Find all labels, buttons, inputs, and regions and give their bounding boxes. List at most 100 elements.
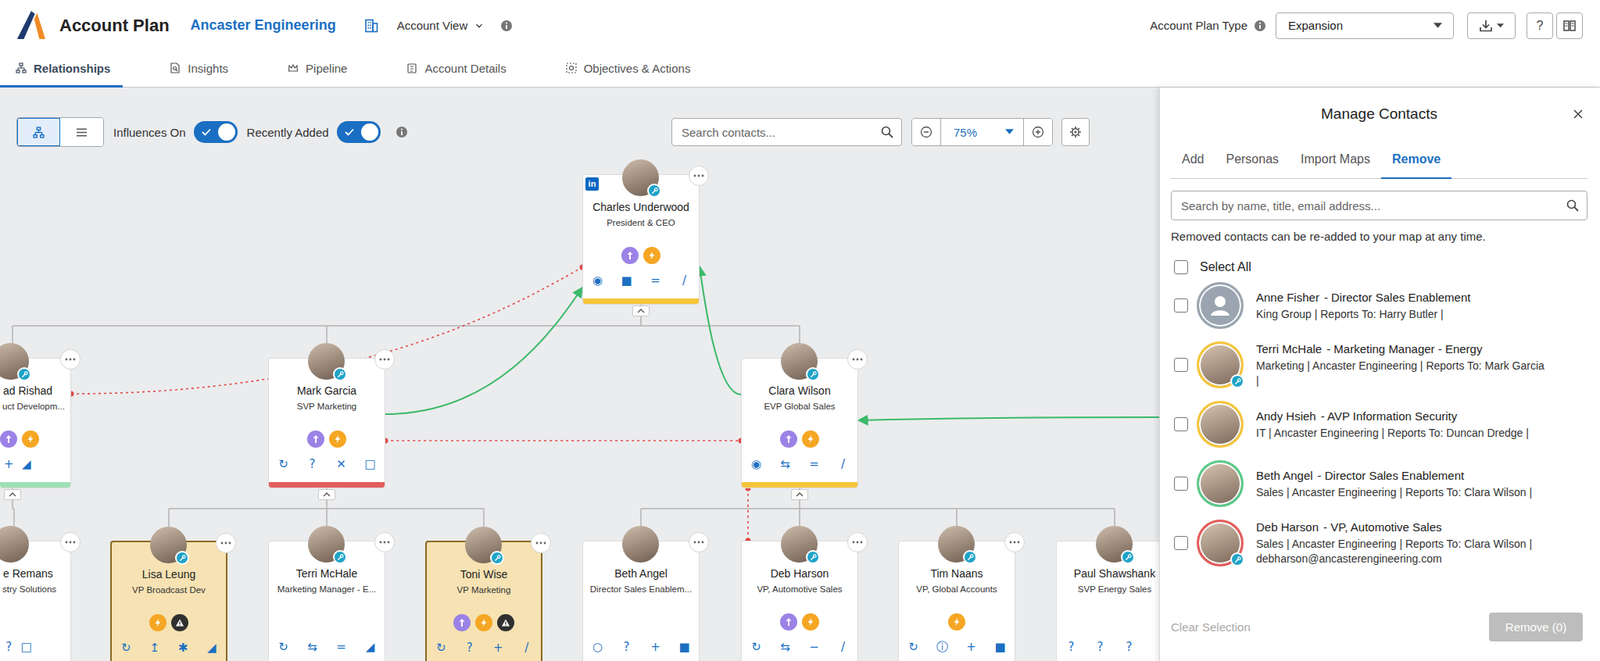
card-action[interactable]: ◢	[207, 640, 217, 656]
zoom-out-button[interactable]	[912, 118, 941, 146]
guide-button[interactable]	[1556, 12, 1583, 40]
card-action[interactable]: ■	[994, 640, 1006, 655]
contact-badge[interactable]	[171, 614, 189, 632]
card-action[interactable]: =	[336, 640, 347, 655]
card-action[interactable]: ?	[623, 640, 630, 655]
contact-card[interactable]: Deb HarsonVP, Automotive Sales↻⇆−/	[740, 540, 859, 661]
panel-search[interactable]	[1170, 190, 1588, 221]
contact-badge[interactable]	[780, 430, 798, 448]
influence-link[interactable]	[382, 438, 745, 444]
remove-button[interactable]: Remove (0)	[1489, 612, 1583, 642]
contact-badge[interactable]	[801, 430, 820, 448]
main-tab[interactable]: Insights	[153, 50, 241, 88]
checkbox[interactable]	[1174, 476, 1189, 491]
contact-badge[interactable]	[780, 613, 798, 631]
close-button[interactable]	[1570, 106, 1586, 122]
card-action[interactable]: □	[364, 457, 376, 472]
contact-card[interactable]: Lisa LeungVP Broadcast Dev↻↥✱◢	[110, 540, 228, 661]
card-action[interactable]: ?	[1068, 640, 1075, 655]
info-icon[interactable]	[1253, 19, 1267, 33]
card-action[interactable]: ↻	[278, 640, 289, 655]
card-action[interactable]: ?	[5, 640, 12, 655]
card-menu-button[interactable]	[374, 532, 395, 553]
card-action[interactable]: ?	[1097, 640, 1104, 655]
info-icon[interactable]	[395, 125, 409, 139]
contact-card[interactable]: Toni WiseVP Marketing↻?+/	[425, 540, 543, 661]
card-menu-button[interactable]	[1004, 532, 1025, 553]
card-action[interactable]: ⓘ	[936, 640, 949, 656]
collapse-button[interactable]	[632, 305, 650, 317]
influence-link[interactable]	[745, 486, 752, 545]
card-menu-button[interactable]	[60, 349, 81, 370]
main-tab[interactable]: Account Details	[390, 50, 519, 88]
panel-tab[interactable]: Add	[1170, 140, 1215, 179]
card-menu-button[interactable]	[847, 532, 868, 553]
plan-type-select[interactable]: Expansion	[1275, 12, 1454, 40]
account-name[interactable]: Ancaster Engineering	[190, 17, 337, 34]
contact-row[interactable]: Terri McHale- Marketing Manager - Energy…	[1170, 335, 1588, 395]
contact-badge[interactable]	[21, 430, 40, 448]
clear-selection-button[interactable]: Clear Selection	[1170, 620, 1251, 634]
contact-card[interactable]: Clara WilsonEVP Global Sales◉⇆=/	[740, 357, 859, 489]
toggle-switch[interactable]	[193, 121, 238, 144]
card-action[interactable]: =	[650, 273, 661, 288]
panel-tab[interactable]: Personas	[1214, 140, 1290, 179]
card-action[interactable]: +	[650, 640, 661, 655]
card-action[interactable]: ⇆	[780, 457, 791, 472]
download-button[interactable]	[1467, 12, 1516, 40]
influence-link[interactable]	[385, 287, 583, 415]
card-menu-button[interactable]	[530, 533, 552, 554]
contact-badge[interactable]	[801, 613, 820, 631]
card-action[interactable]: ?	[1126, 640, 1133, 655]
card-action[interactable]: /	[524, 640, 529, 656]
card-menu-button[interactable]	[60, 532, 81, 553]
contact-search-input[interactable]	[681, 125, 875, 140]
main-tab[interactable]: Relationships	[0, 50, 123, 88]
contact-badge[interactable]	[643, 246, 661, 265]
contact-badge[interactable]	[329, 430, 347, 448]
view-button[interactable]	[17, 118, 61, 147]
card-action[interactable]: =	[808, 457, 820, 472]
card-menu-button[interactable]	[847, 349, 868, 370]
influence-link[interactable]	[699, 266, 741, 395]
card-action[interactable]: ○	[592, 640, 603, 655]
panel-tab[interactable]: Remove	[1381, 140, 1452, 179]
main-tab[interactable]: Objectives & Actions	[550, 50, 704, 88]
collapse-button[interactable]	[3, 489, 22, 501]
card-action[interactable]: ⇆	[307, 640, 318, 655]
card-action[interactable]: /	[682, 273, 687, 288]
view-button[interactable]	[60, 118, 104, 147]
contact-badge[interactable]	[149, 614, 167, 632]
card-action[interactable]: ↻	[121, 640, 132, 656]
settings-button[interactable]	[1061, 118, 1090, 147]
account-view-dropdown[interactable]: Account View	[393, 15, 489, 36]
checkbox[interactable]	[1174, 357, 1189, 373]
card-action[interactable]: ◢	[21, 457, 32, 472]
card-action[interactable]: ↻	[751, 640, 762, 655]
relationship-map[interactable]: inCharles UnderwoodPresident & CEO◉■=/ad…	[0, 87, 1160, 661]
card-action[interactable]: ✱	[178, 640, 189, 656]
contact-badge[interactable]	[497, 614, 515, 632]
card-action[interactable]: +	[966, 640, 977, 655]
contact-card[interactable]: inCharles UnderwoodPresident & CEO◉■=/	[582, 174, 700, 305]
contact-badge[interactable]	[453, 614, 471, 632]
influence-link[interactable]	[68, 264, 586, 398]
card-action[interactable]: ■	[620, 273, 632, 288]
card-action[interactable]: /	[841, 640, 845, 655]
contact-badge[interactable]	[475, 614, 493, 632]
main-tab[interactable]: Pipeline	[272, 50, 360, 88]
checkbox[interactable]	[1174, 536, 1189, 551]
card-menu-button[interactable]	[688, 165, 709, 187]
zoom-level-select[interactable]: 75%	[940, 118, 1024, 146]
card-action[interactable]: ■	[678, 640, 690, 655]
card-action[interactable]: ⇆	[780, 640, 791, 655]
card-action[interactable]: ?	[466, 640, 473, 656]
contact-badge[interactable]	[307, 430, 325, 448]
card-action[interactable]: +	[493, 640, 504, 656]
contact-card[interactable]: e Remansstry Solutions?□	[0, 540, 72, 661]
checkbox[interactable]	[1174, 298, 1189, 313]
toggle-switch[interactable]	[336, 121, 381, 144]
contact-badge[interactable]	[0, 430, 18, 448]
contact-search[interactable]	[671, 118, 903, 147]
contact-card[interactable]: Tim NaansVP, Global Accounts↻ⓘ+■	[898, 540, 1016, 661]
